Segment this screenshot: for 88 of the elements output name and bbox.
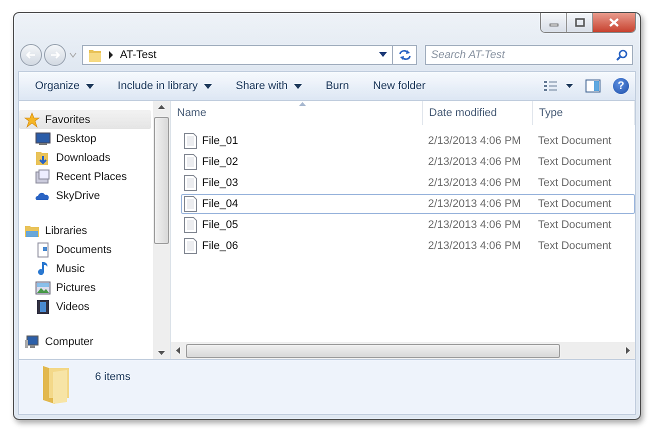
windows-icon <box>35 168 51 184</box>
file-row[interactable]: File_06 2/13/2013 4:06 PM Text Document <box>181 236 635 256</box>
date-cell-text: 2/13/2013 4:06 PM <box>427 156 521 168</box>
date-cell-text: 2/13/2013 4:06 PM <box>427 135 521 147</box>
file-row[interactable]: File_01 2/13/2013 4:06 PM Text Document <box>181 131 635 151</box>
sidebar-item[interactable]: Recent Places <box>19 167 151 186</box>
chevron-icon <box>108 50 114 58</box>
monitor-icon <box>35 130 51 146</box>
minimize-button[interactable] <box>541 13 567 32</box>
help-button[interactable]: ? <box>613 78 629 94</box>
text-file-icon <box>184 154 197 170</box>
file-name: File_01 <box>202 135 238 147</box>
date-cell-text: 2/13/2013 4:06 PM <box>427 219 521 231</box>
view-options-button[interactable] <box>543 80 573 92</box>
sidebar-item[interactable]: Pictures <box>19 278 151 297</box>
text-file-icon <box>184 133 197 149</box>
date-cell-text: 2/13/2013 4:06 PM <box>427 177 521 189</box>
sidebar-item[interactable]: SkyDrive <box>19 186 151 205</box>
maximize-button[interactable] <box>567 13 593 32</box>
text-file-icon <box>184 238 197 254</box>
file-row[interactable]: File_02 2/13/2013 4:06 PM Text Document <box>181 152 635 172</box>
sidebar-item[interactable]: Desktop <box>19 129 151 148</box>
sidebar-item[interactable]: Computer <box>19 332 151 351</box>
pane-icon <box>585 79 601 93</box>
address-path: AT-Test <box>120 48 158 60</box>
type-cell-text: Text Document <box>537 177 612 189</box>
scrollbar-thumb[interactable] <box>186 344 560 358</box>
text-file-icon <box>184 175 197 191</box>
text-file-icon <box>184 196 197 212</box>
date-cell-text: 2/13/2013 4:06 PM <box>427 240 521 252</box>
computer-icon <box>24 334 40 350</box>
refresh-icon <box>398 48 412 60</box>
type-cell-text: Text Document <box>537 135 612 147</box>
right-arrow-icon <box>49 50 61 60</box>
text-file-icon <box>184 217 197 233</box>
file-row[interactable]: File_04 2/13/2013 4:06 PM Text Document <box>181 194 635 214</box>
type-cell-text: Text Document <box>537 156 612 168</box>
details-view-icon <box>543 80 573 92</box>
column-header[interactable]: Type <box>533 101 635 125</box>
toolbar-button[interactable]: Organize <box>29 80 100 92</box>
type-cell-text: Text Document <box>537 240 612 252</box>
sidebar-item[interactable]: Libraries <box>19 221 151 240</box>
document-icon <box>35 242 51 258</box>
image-icon <box>35 280 51 296</box>
sort-arrow-icon <box>299 102 306 106</box>
scroll-left-arrow-icon[interactable] <box>176 347 180 354</box>
type-cell-text: Text Document <box>537 198 612 210</box>
type-cell-text: Text Document <box>537 219 612 231</box>
toolbar-button[interactable]: Include in library <box>112 80 218 92</box>
scrollbar-thumb[interactable] <box>154 117 169 244</box>
download-folder-icon <box>35 150 51 166</box>
column-header[interactable]: Name <box>171 101 423 125</box>
preview-pane-button[interactable] <box>585 79 601 93</box>
caret-icon <box>204 84 212 88</box>
date-cell-text: 2/13/2013 4:06 PM <box>427 198 521 210</box>
search-field[interactable]: Search AT-Test <box>425 44 633 64</box>
file-row[interactable]: File_05 2/13/2013 4:06 PM Text Document <box>181 215 635 235</box>
caret-icon <box>294 84 302 88</box>
address-bar[interactable]: AT-Test <box>82 44 393 64</box>
file-name: File_05 <box>202 219 238 231</box>
star-icon <box>24 112 40 128</box>
column-header[interactable]: Date modified <box>423 101 533 125</box>
scroll-up-arrow-icon[interactable] <box>158 105 165 109</box>
search-icon[interactable] <box>616 48 628 60</box>
caret-icon[interactable] <box>379 52 387 57</box>
maximize-icon <box>574 18 584 27</box>
scroll-down-arrow-icon[interactable] <box>158 351 165 355</box>
left-arrow-icon <box>25 50 37 60</box>
scroll-right-arrow-icon[interactable] <box>626 347 630 354</box>
film-icon <box>35 298 51 314</box>
sidebar-item[interactable]: Downloads <box>19 148 151 167</box>
toolbar-button[interactable]: New folder <box>366 80 432 92</box>
file-row[interactable]: File_03 2/13/2013 4:06 PM Text Document <box>181 173 635 193</box>
sidebar-item[interactable]: Music <box>19 259 151 278</box>
close-icon <box>609 18 619 27</box>
refresh-button[interactable] <box>393 44 417 64</box>
file-name: File_03 <box>202 177 238 189</box>
caret-icon <box>86 84 94 88</box>
toolbar-button[interactable]: Burn <box>320 80 355 92</box>
file-name: File_06 <box>202 240 238 252</box>
file-name: File_04 <box>202 198 238 210</box>
file-name: File_02 <box>202 156 238 168</box>
item-count: 6 items <box>95 371 130 383</box>
toolbar-button[interactable]: Share with <box>230 80 308 92</box>
sidebar-item[interactable]: Videos <box>19 297 151 316</box>
sidebar-item[interactable]: Documents <box>19 240 151 259</box>
sidebar-item[interactable]: Favorites <box>19 110 151 129</box>
close-button[interactable] <box>593 13 635 32</box>
